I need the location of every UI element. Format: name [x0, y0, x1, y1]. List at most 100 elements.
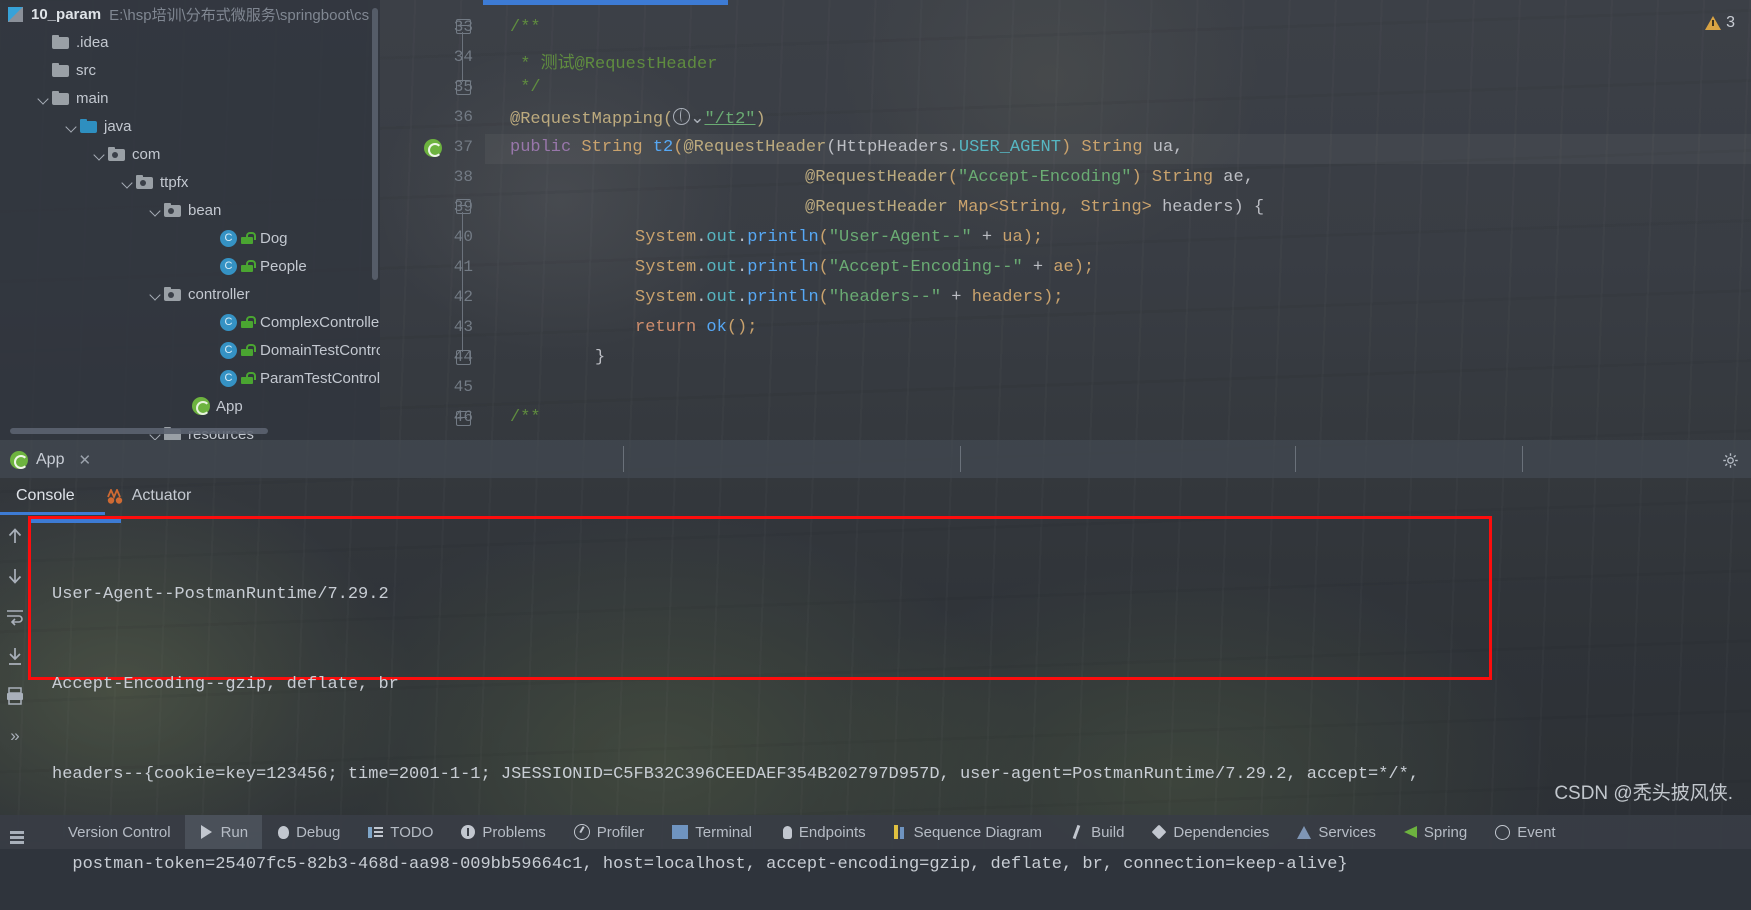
code-line-44: } [595, 348, 606, 367]
tree-item-.idea[interactable]: .idea [0, 28, 380, 56]
status-item-build[interactable]: Build [1056, 815, 1138, 849]
tree-item-label: bean [188, 201, 222, 219]
watermark: CSDN @秃头披风侠. [1554, 783, 1733, 804]
tree-item-people[interactable]: People [0, 252, 380, 280]
chevron-down-icon[interactable] [148, 286, 164, 302]
status-item-run[interactable]: Run [184, 815, 263, 849]
dependencies-icon [1151, 824, 1167, 840]
status-item-sequence-diagram[interactable]: Sequence Diagram [880, 815, 1056, 849]
gear-icon[interactable] [1722, 452, 1739, 469]
status-item-label: Event [1517, 823, 1556, 841]
tree-item-controller[interactable]: controller [0, 280, 380, 308]
tree-item-label: People [260, 257, 307, 275]
editor-gutter[interactable]: 33 34 35 36 37 38 39 40 41 42 43 44 45 4… [380, 0, 485, 440]
code-line-42: System.out.println("headers--" + headers… [635, 288, 1064, 307]
status-item-label: Run [220, 823, 249, 841]
warning-badge[interactable]: 3 [1705, 14, 1735, 32]
line-number: 42 [453, 288, 473, 306]
run-side-toolbar[interactable]: » [0, 514, 30, 815]
code-line-35: */ [510, 78, 541, 97]
run-gutter-icon[interactable] [424, 139, 442, 157]
endpoints-icon [782, 825, 792, 839]
chevron-down-icon[interactable] [36, 90, 52, 106]
tab-console[interactable]: Console [0, 478, 91, 514]
tree-item-java[interactable]: java [0, 112, 380, 140]
todo-icon [368, 825, 384, 840]
problems-icon [461, 825, 476, 839]
expand-more-icon[interactable]: » [5, 726, 25, 746]
status-item-todo[interactable]: TODO [354, 815, 447, 849]
status-item-spring[interactable]: Spring [1390, 815, 1481, 849]
fold-marker-icon[interactable] [456, 411, 471, 426]
console-line: headers--{cookie=key=123456; time=2001-1… [52, 765, 1420, 784]
bottom-status-bar[interactable]: Version Control Run Debug TODO Problems Profi… [0, 815, 1751, 849]
project-tree-panel[interactable]: 10_param E:\hsp培训\分布式微服务\springboot\cs .… [0, 0, 380, 440]
tree-item-src[interactable]: src [0, 56, 380, 84]
status-item-problems[interactable]: Problems [447, 815, 559, 849]
tree-item-label: ComplexController [260, 313, 380, 331]
java-class-icon [220, 313, 237, 331]
tree-item-ttpfx[interactable]: ttpfx [0, 168, 380, 196]
status-item-endpoints[interactable]: Endpoints [766, 815, 880, 849]
chevron-down-icon[interactable] [64, 118, 80, 134]
fold-marker-icon[interactable] [456, 80, 471, 95]
header-divider [960, 446, 961, 472]
tree-item-app[interactable]: App [0, 392, 380, 420]
tree-item-bean[interactable]: bean [0, 196, 380, 224]
status-item-services[interactable]: Services [1283, 815, 1390, 849]
tree-item-complexcontroller[interactable]: ComplexController [0, 308, 380, 336]
console-line: postman-token=25407fc5-82b3-468d-aa98-00… [52, 855, 1348, 874]
status-item-version-control[interactable]: Version Control [34, 815, 185, 849]
fold-marker-icon[interactable] [456, 19, 471, 34]
status-item-debug[interactable]: Debug [262, 815, 354, 849]
tree-item-paramtestcontroller[interactable]: ParamTestController [0, 364, 380, 392]
spring-boot-icon [10, 451, 28, 469]
tree-item-dog[interactable]: Dog [0, 224, 380, 252]
tree-horizontal-scrollbar[interactable] [10, 428, 268, 434]
folder-icon [52, 35, 69, 49]
scroll-to-end-icon[interactable] [5, 646, 25, 666]
status-item-label: Build [1091, 823, 1125, 841]
console-output[interactable]: User-Agent--PostmanRuntime/7.29.2 Accept… [52, 520, 1522, 910]
soft-wrap-icon[interactable] [5, 606, 25, 626]
status-item-profiler[interactable]: Profiler [560, 815, 659, 849]
tree-item-com[interactable]: com [0, 140, 380, 168]
tree-item-label: java [104, 117, 132, 135]
scroll-up-icon[interactable] [5, 526, 25, 546]
run-tab-app[interactable]: App ✕ [10, 446, 91, 474]
print-icon[interactable] [5, 686, 25, 706]
chevron-down-icon[interactable] [120, 174, 136, 190]
tab-actuator[interactable]: Actuator [91, 478, 208, 514]
tree-item-main[interactable]: main [0, 84, 380, 112]
status-item-label: Dependencies [1173, 823, 1270, 841]
status-hamburger[interactable] [0, 815, 34, 849]
code-text-area[interactable]: /** * 测试@RequestHeader */ @RequestMappin… [485, 0, 1751, 440]
chevron-down-icon[interactable] [148, 202, 164, 218]
package-icon [108, 147, 125, 161]
run-subtabs[interactable]: Console Actuator [0, 478, 207, 514]
status-item-dependencies[interactable]: Dependencies [1138, 815, 1283, 849]
tab-console-label: Console [16, 487, 75, 504]
tree-vertical-scrollbar[interactable] [372, 8, 378, 280]
web-globe-icon[interactable] [673, 108, 691, 125]
line-number: 37 [453, 138, 473, 156]
tree-item-domaintestcontroller[interactable]: DomainTestController [0, 336, 380, 364]
project-root-row[interactable]: 10_param E:\hsp培训\分布式微服务\springboot\cs [0, 0, 380, 28]
run-tool-header: App ✕ [0, 440, 1751, 478]
status-item-terminal[interactable]: Terminal [658, 815, 766, 849]
code-editor[interactable]: 33 34 35 36 37 38 39 40 41 42 43 44 45 4… [380, 0, 1751, 440]
code-line-39: @RequestHeader Map<String, String> heade… [805, 198, 1265, 217]
status-item-event[interactable]: Event [1481, 815, 1569, 849]
spring-icon [1403, 826, 1417, 838]
close-icon[interactable]: ✕ [78, 451, 91, 469]
chevron-down-icon[interactable] [92, 146, 108, 162]
status-item-label: Terminal [695, 823, 752, 841]
package-icon [136, 175, 153, 189]
scroll-down-icon[interactable] [5, 566, 25, 586]
tree-item-label: Dog [260, 229, 288, 247]
fold-marker-icon[interactable] [456, 350, 471, 365]
header-divider [1522, 446, 1523, 472]
fold-marker-icon[interactable] [456, 199, 471, 214]
